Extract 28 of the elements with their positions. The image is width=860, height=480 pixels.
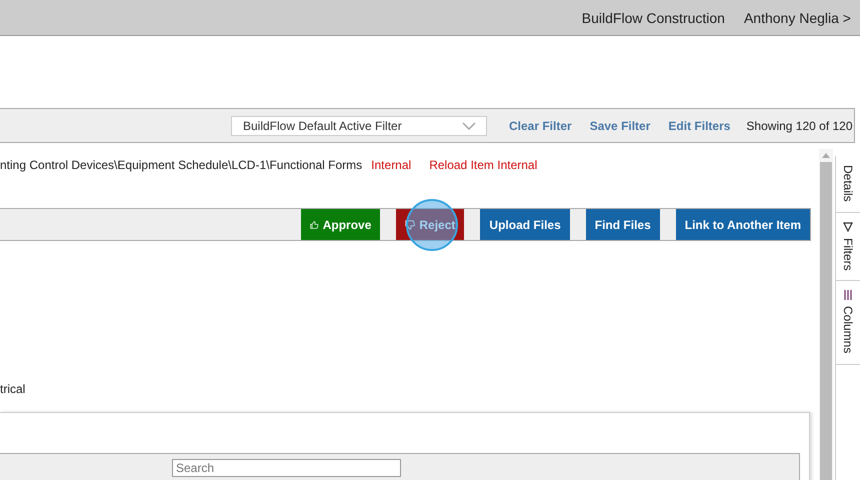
- field-value: trical: [0, 382, 26, 396]
- scrollbar[interactable]: [819, 149, 833, 480]
- scroll-up-icon: [822, 153, 830, 158]
- side-tab[interactable]: Filters: [836, 212, 860, 282]
- click-highlight: [406, 199, 458, 251]
- chevron-down-icon: [462, 122, 476, 130]
- action-button[interactable]: Approve: [301, 209, 380, 240]
- filter-link[interactable]: Save Filter: [590, 118, 650, 132]
- internal-link[interactable]: Reload Item Internal: [429, 158, 538, 172]
- side-tab[interactable]: Columns: [836, 281, 860, 365]
- thumbs-down-icon: [405, 218, 416, 230]
- filter-link[interactable]: Edit Filters: [668, 118, 730, 132]
- funnel-icon: [843, 222, 853, 232]
- action-button[interactable]: Find Files: [586, 209, 660, 240]
- breadcrumb-path: nting Control Devices\Equipment Schedule\LCD-1\Functional Forms: [0, 158, 362, 172]
- internal-link[interactable]: Internal: [371, 158, 412, 172]
- side-tab[interactable]: Details: [836, 156, 860, 213]
- user-menu[interactable]: Anthony Neglia >: [744, 10, 851, 26]
- filter-dropdown[interactable]: BuildFlow Default Active Filter: [231, 116, 487, 136]
- company-name: BuildFlow Construction: [582, 10, 725, 26]
- thumbs-up-icon: [310, 218, 319, 230]
- action-button[interactable]: Upload Files: [480, 209, 570, 240]
- columns-icon: [843, 290, 853, 300]
- search-field[interactable]: Search: [172, 459, 401, 477]
- filter-link[interactable]: Clear Filter: [509, 118, 572, 132]
- result-count: Showing 120 of 120: [746, 118, 853, 132]
- action-button[interactable]: Reject: [396, 209, 464, 240]
- action-button[interactable]: Link to Another Item: [676, 209, 810, 240]
